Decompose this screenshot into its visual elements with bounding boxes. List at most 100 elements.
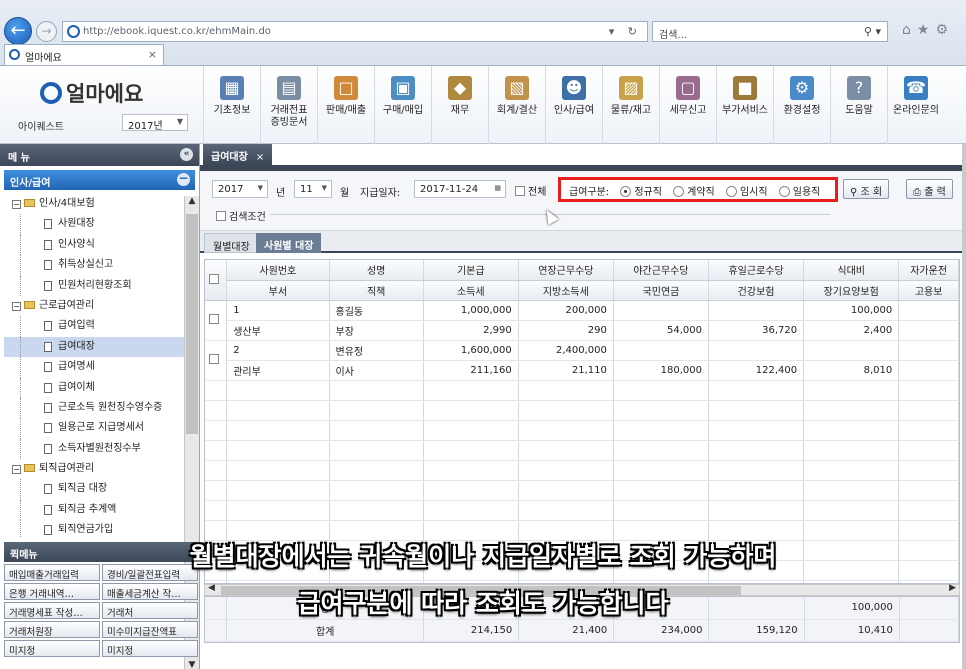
toolbar-finance-button[interactable]: ◆ 재무 (431, 66, 488, 144)
minus-icon[interactable]: − (177, 172, 190, 186)
table-row[interactable]: 관리부 이사 211,160 21,110 180,000 122,400 8,010 (205, 360, 959, 381)
browser-search-input[interactable]: 검색... ⚲ ▾ (652, 21, 888, 42)
table-cell[interactable]: 54,000 (613, 320, 710, 341)
checkbox-icon[interactable] (209, 354, 220, 364)
year-select[interactable]: 2017년 ▼ (122, 114, 188, 132)
sidebar-item[interactable]: 취득상실신고 (4, 255, 184, 276)
radio-contract[interactable]: 계약직 (673, 186, 715, 198)
table-cell[interactable] (898, 360, 959, 381)
table-cell[interactable]: 1,600,000 (423, 340, 519, 361)
table-cell[interactable]: 생산부 (226, 320, 330, 341)
radio-icon[interactable] (778, 186, 790, 197)
column-header[interactable]: 고용보 (898, 280, 959, 301)
checkbox-icon[interactable] (209, 273, 220, 284)
collapse-icon[interactable]: « (180, 148, 193, 161)
toolbar-hr-payroll-button[interactable]: ☻ 인사/급여 (545, 66, 602, 144)
scroll-down-icon[interactable]: ▼ (185, 660, 199, 669)
tree-folder[interactable]: − 퇴직급여관리 (4, 459, 184, 479)
quick-menu-button[interactable]: 미지정 (4, 640, 100, 657)
calendar-icon[interactable]: ▦ (494, 184, 501, 192)
scroll-up-icon[interactable]: ▲ (185, 196, 199, 210)
table-cell[interactable]: 1 (226, 300, 330, 321)
menu-section-hr-payroll[interactable]: 인사/급여 − (4, 170, 195, 190)
column-header[interactable]: 장기요양보험 (803, 280, 900, 301)
scroll-thumb[interactable] (186, 214, 198, 434)
tab-payroll-ledger[interactable]: 급여대장 × (203, 144, 273, 165)
checkbox-icon[interactable] (216, 211, 226, 221)
column-header[interactable]: 야간근무수당 (613, 260, 710, 281)
table-row[interactable]: 생산부 부장 2,990 290 54,000 36,720 2,400 (205, 320, 959, 341)
close-icon[interactable]: × (256, 152, 264, 163)
table-cell[interactable] (708, 300, 805, 321)
radio-temporary[interactable]: 임시직 (725, 186, 768, 198)
column-header[interactable]: 부서 (226, 280, 330, 301)
back-button[interactable]: ← (4, 17, 32, 45)
row-select-cell[interactable] (205, 300, 228, 341)
expand-minus-icon[interactable]: − (12, 200, 21, 209)
tab-monthly-ledger[interactable]: 월별대장 (204, 233, 259, 253)
sidebar-item[interactable]: 급여명세 (4, 357, 184, 378)
month-select[interactable]: 11 ▼ (294, 180, 332, 198)
search-condition-toggle[interactable]: 검색조건 (216, 208, 266, 223)
table-row[interactable]: 2 변유정 1,600,000 2,400,000 (205, 340, 959, 381)
all-checkbox[interactable]: 전체 (515, 183, 546, 198)
toolbar-basic-info-button[interactable]: ▦ 기초정보 (203, 66, 260, 144)
column-header[interactable]: 건강보험 (708, 280, 805, 301)
table-cell[interactable]: 200,000 (518, 300, 614, 321)
expand-minus-icon[interactable]: − (12, 301, 21, 311)
sidebar-item[interactable]: 퇴직금 추계액 (4, 499, 184, 521)
radio-checked-icon[interactable] (620, 186, 632, 197)
search-button[interactable]: ⚲ 조 회 (843, 179, 890, 199)
row-select-cell[interactable] (205, 340, 228, 381)
tree-folder[interactable]: − 근로급여관리 (4, 296, 184, 316)
tab-employee-ledger[interactable]: 사원별 대장 (256, 233, 322, 253)
table-cell[interactable] (898, 300, 959, 321)
column-header[interactable]: 성명 (329, 260, 424, 281)
table-cell[interactable]: 홍길동 (329, 300, 424, 321)
checkbox-icon[interactable] (209, 314, 220, 324)
refresh-icon[interactable]: ▾ ↻ (609, 25, 642, 38)
radio-icon[interactable] (673, 186, 685, 197)
table-cell[interactable]: 290 (518, 320, 614, 341)
print-button[interactable]: ⎙ 출 력 (906, 179, 953, 199)
pay-date-input[interactable]: 2017-11-24 ▦ (414, 180, 506, 198)
radio-icon[interactable] (725, 186, 737, 197)
quick-menu-button[interactable]: 거래처원장 (4, 621, 100, 638)
address-bar[interactable]: http://ebook.iquest.co.kr/ehmMain.do ▾ ↻ (62, 21, 648, 42)
forward-button[interactable]: → (36, 21, 57, 42)
toolbar-logistics-button[interactable]: ▨ 물류/재고 (602, 66, 659, 144)
toolbar-tax-button[interactable]: ▢ 세무신고 (659, 66, 716, 144)
table-cell[interactable]: 122,400 (708, 360, 805, 381)
sidebar-item[interactable]: 급여입력 (4, 316, 184, 337)
tree-folder[interactable]: − 인사/4대보험 (4, 194, 184, 214)
table-cell[interactable]: 180,000 (613, 360, 710, 381)
table-cell[interactable] (898, 320, 959, 341)
table-cell[interactable]: 2,400,000 (518, 340, 614, 361)
toolbar-sales-button[interactable]: □ 판매/매출 (317, 66, 374, 144)
sidebar-item[interactable]: 소득자별원천징수부 (4, 438, 184, 460)
table-cell[interactable]: 2,990 (423, 320, 519, 341)
browser-tab[interactable]: 얼마에요 × (4, 44, 164, 65)
table-cell[interactable]: 변유정 (329, 340, 424, 361)
sidebar-item[interactable]: 급여대장 (4, 336, 184, 358)
table-cell[interactable] (803, 340, 900, 361)
table-cell[interactable]: 2 (226, 340, 330, 361)
column-header[interactable]: 직책 (329, 280, 424, 301)
table-cell[interactable] (613, 340, 710, 361)
table-cell[interactable]: 관리부 (226, 360, 330, 381)
column-header[interactable]: 소득세 (423, 280, 519, 301)
table-cell[interactable]: 이사 (329, 360, 424, 381)
table-cell[interactable]: 1,000,000 (423, 300, 519, 321)
search-icon[interactable]: ⚲ ▾ (864, 25, 881, 38)
expand-minus-icon[interactable]: − (12, 465, 21, 475)
table-cell[interactable] (898, 340, 959, 361)
column-header[interactable]: 휴일근로수당 (708, 260, 805, 281)
radio-daily[interactable]: 일용직 (778, 186, 820, 198)
column-header[interactable]: 기본급 (423, 260, 519, 281)
select-all-cell[interactable] (205, 260, 228, 301)
toolbar-settings-button[interactable]: ⚙ 환경설정 (773, 66, 830, 144)
table-cell[interactable]: 2,400 (803, 320, 900, 341)
browser-tool-icons[interactable]: ⌂★⚙ (902, 22, 954, 38)
sidebar-item[interactable]: 퇴직연금가입 (4, 520, 184, 538)
column-header[interactable]: 지방소득세 (518, 280, 614, 301)
